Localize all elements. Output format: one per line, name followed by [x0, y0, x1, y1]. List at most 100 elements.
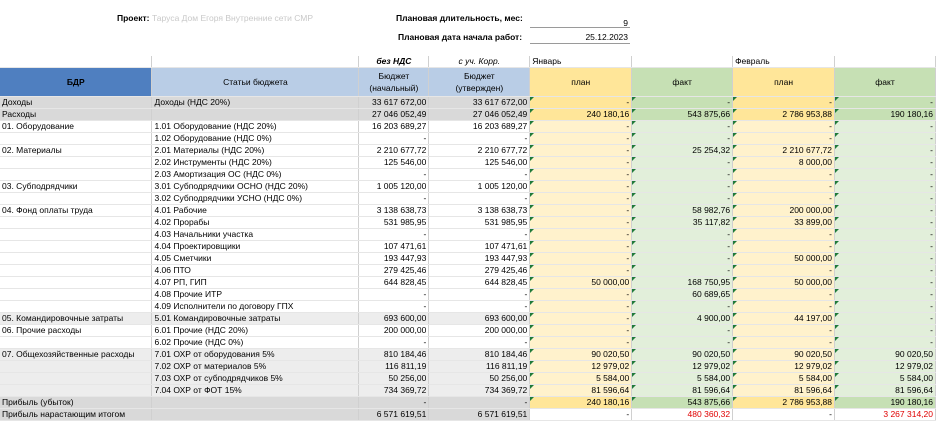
feb-fact-cell[interactable]: -: [834, 180, 936, 193]
jan-plan-cell[interactable]: 12 979,02: [529, 360, 633, 373]
budget-approved-cell[interactable]: -: [428, 336, 531, 349]
jan-plan-cell[interactable]: -: [529, 96, 633, 109]
article-cell[interactable]: 6.01 Прочие (НДС 20%): [151, 324, 360, 337]
article-cell[interactable]: 4.04 Проектировщики: [151, 240, 360, 253]
article-cell[interactable]: Доходы (НДС 20%): [151, 96, 360, 109]
jan-fact-cell[interactable]: 90 020,50: [631, 348, 734, 361]
article-cell[interactable]: 7.03 ОХР от субподрядчиков 5%: [151, 372, 360, 385]
feb-plan-cell[interactable]: -: [732, 240, 836, 253]
feb-plan-cell[interactable]: 2 786 953,88: [732, 396, 836, 409]
jan-plan-cell[interactable]: -: [529, 132, 633, 145]
feb-fact-cell[interactable]: -: [834, 120, 936, 133]
jan-plan-cell[interactable]: -: [529, 324, 633, 337]
budget-initial-cell[interactable]: 27 046 052,49: [358, 108, 430, 121]
jan-fact-cell[interactable]: 25 254,32: [631, 144, 734, 157]
jan-plan-cell[interactable]: 90 020,50: [529, 348, 633, 361]
article-cell[interactable]: 4.07 РП, ГИП: [151, 276, 360, 289]
jan-fact-cell[interactable]: -: [631, 156, 734, 169]
jan-plan-cell[interactable]: 81 596,64: [529, 384, 633, 397]
feb-fact-cell[interactable]: -: [834, 228, 936, 241]
jan-plan-cell[interactable]: -: [529, 300, 633, 313]
budget-initial-cell[interactable]: -: [358, 300, 430, 313]
article-cell[interactable]: 6.02 Прочие (НДС 0%): [151, 336, 360, 349]
jan-fact-cell[interactable]: 543 875,66: [631, 108, 734, 121]
section-cell[interactable]: 04. Фонд оплаты труда: [0, 204, 153, 217]
jan-plan-cell[interactable]: -: [529, 180, 633, 193]
budget-approved-cell[interactable]: -: [428, 168, 531, 181]
month-january[interactable]: Январь: [529, 56, 633, 68]
jan-fact-cell[interactable]: 168 750,95: [631, 276, 734, 289]
section-cell[interactable]: [0, 240, 153, 253]
budget-approved-cell[interactable]: 693 600,00: [428, 312, 531, 325]
jan-plan-cell[interactable]: -: [529, 336, 633, 349]
feb-plan-cell[interactable]: -: [732, 300, 836, 313]
section-cell[interactable]: [0, 276, 153, 289]
article-cell[interactable]: 5.01 Командировочные затраты: [151, 312, 360, 325]
feb-plan-cell[interactable]: -: [732, 180, 836, 193]
budget-approved-cell[interactable]: 279 425,46: [428, 264, 531, 277]
jan-plan-cell[interactable]: -: [529, 216, 633, 229]
feb-plan-cell[interactable]: 90 020,50: [732, 348, 836, 361]
feb-fact-cell[interactable]: 5 584,00: [834, 372, 936, 385]
budget-approved-cell[interactable]: -: [428, 228, 531, 241]
feb-fact-cell[interactable]: -: [834, 300, 936, 313]
budget-initial-cell[interactable]: 810 184,46: [358, 348, 430, 361]
article-cell[interactable]: [151, 408, 360, 421]
section-cell[interactable]: [0, 264, 153, 277]
budget-initial-cell[interactable]: 116 811,19: [358, 360, 430, 373]
article-cell[interactable]: 7.01 ОХР от оборудования 5%: [151, 348, 360, 361]
project-value[interactable]: Таруса Дом Егоря Внутренние сети СМР: [152, 13, 313, 23]
budget-approved-cell[interactable]: 125 546,00: [428, 156, 531, 169]
budget-approved-cell[interactable]: -: [428, 192, 531, 205]
feb-fact-cell[interactable]: -: [834, 336, 936, 349]
budget-approved-cell[interactable]: -: [428, 300, 531, 313]
feb-plan-cell[interactable]: -: [732, 120, 836, 133]
jan-plan-cell[interactable]: -: [529, 228, 633, 241]
jan-fact-cell[interactable]: -: [631, 192, 734, 205]
budget-initial-cell[interactable]: 33 617 672,00: [358, 96, 430, 109]
jan-fact-cell[interactable]: 81 596,64: [631, 384, 734, 397]
budget-approved-cell[interactable]: 6 571 619,51: [428, 408, 531, 421]
article-cell[interactable]: 3.02 Субподрядчики УСНО (НДС 0%): [151, 192, 360, 205]
jan-fact-cell[interactable]: 543 875,66: [631, 396, 734, 409]
feb-plan-cell[interactable]: 2 210 677,72: [732, 144, 836, 157]
budget-initial-cell[interactable]: 6 571 619,51: [358, 408, 430, 421]
budget-approved-cell[interactable]: 2 210 677,72: [428, 144, 531, 157]
article-cell[interactable]: 4.08 Прочие ИТР: [151, 288, 360, 301]
jan-fact-cell[interactable]: -: [631, 228, 734, 241]
budget-approved-cell[interactable]: 644 828,45: [428, 276, 531, 289]
feb-plan-cell[interactable]: 200 000,00: [732, 204, 836, 217]
article-cell[interactable]: 3.01 Субподрядчики ОСНО (НДС 20%): [151, 180, 360, 193]
article-cell[interactable]: 4.03 Начальники участка: [151, 228, 360, 241]
jan-fact-cell[interactable]: 5 584,00: [631, 372, 734, 385]
feb-fact-cell[interactable]: -: [834, 264, 936, 277]
jan-fact-cell[interactable]: -: [631, 252, 734, 265]
feb-fact-cell[interactable]: -: [834, 192, 936, 205]
jan-fact-cell[interactable]: 35 117,82: [631, 216, 734, 229]
jan-plan-cell[interactable]: 240 180,16: [529, 396, 633, 409]
feb-fact-cell[interactable]: 81 596,64: [834, 384, 936, 397]
feb-fact-cell[interactable]: 190 180,16: [834, 396, 936, 409]
budget-initial-cell[interactable]: -: [358, 168, 430, 181]
section-cell[interactable]: 05. Командировочные затраты: [0, 312, 153, 325]
month-february[interactable]: Февраль: [732, 56, 836, 68]
section-cell[interactable]: [0, 156, 153, 169]
jan-fact-cell[interactable]: -: [631, 300, 734, 313]
jan-fact-cell[interactable]: 12 979,02: [631, 360, 734, 373]
jan-plan-cell[interactable]: -: [529, 240, 633, 253]
budget-initial-cell[interactable]: -: [358, 336, 430, 349]
budget-approved-cell[interactable]: 3 138 638,73: [428, 204, 531, 217]
budget-initial-cell[interactable]: -: [358, 192, 430, 205]
section-cell[interactable]: Доходы: [0, 96, 153, 109]
feb-fact-cell[interactable]: -: [834, 240, 936, 253]
budget-approved-cell[interactable]: -: [428, 132, 531, 145]
section-cell[interactable]: 02. Материалы: [0, 144, 153, 157]
article-cell[interactable]: 1.02 Оборудование (НДС 0%): [151, 132, 360, 145]
feb-plan-cell[interactable]: -: [732, 192, 836, 205]
section-cell[interactable]: [0, 228, 153, 241]
budget-initial-cell[interactable]: 531 985,95: [358, 216, 430, 229]
budget-initial-cell[interactable]: 279 425,46: [358, 264, 430, 277]
budget-approved-cell[interactable]: 531 985,95: [428, 216, 531, 229]
budget-approved-cell[interactable]: 16 203 689,27: [428, 120, 531, 133]
feb-fact-cell[interactable]: -: [834, 216, 936, 229]
